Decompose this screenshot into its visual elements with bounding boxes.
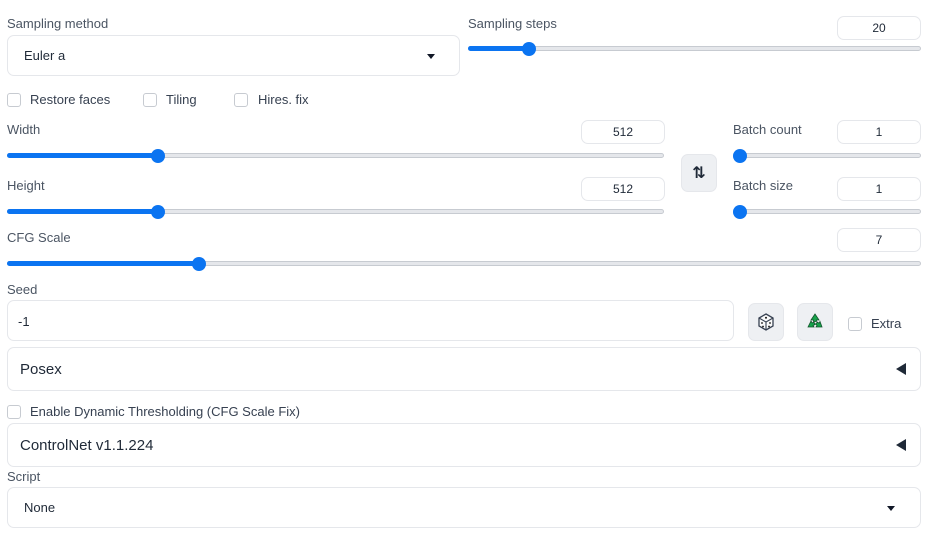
sampling-method-label: Sampling method [7, 16, 109, 31]
hires-fix-label: Hires. fix [258, 92, 309, 107]
height-slider[interactable] [7, 205, 664, 219]
slider-thumb[interactable] [151, 205, 166, 219]
hires-fix-checkbox[interactable] [234, 93, 248, 107]
slider-thumb[interactable] [151, 149, 166, 163]
batch-count-input[interactable]: 1 [837, 120, 921, 144]
batch-size-slider[interactable] [733, 205, 921, 219]
restore-faces-label: Restore faces [30, 92, 111, 107]
collapse-triangle-icon [896, 363, 906, 375]
height-input[interactable]: 512 [581, 177, 665, 201]
height-label: Height [7, 178, 45, 193]
slider-thumb[interactable] [191, 257, 206, 271]
script-value: None [24, 500, 56, 515]
extra-label: Extra [871, 316, 902, 331]
width-label: Width [7, 122, 41, 137]
script-dropdown[interactable]: None [7, 487, 921, 528]
chevron-down-icon [427, 54, 435, 59]
dynamic-thresholding-checkbox[interactable] [7, 405, 21, 419]
controlnet-accordion[interactable]: ControlNet v1.1.224 [7, 423, 921, 467]
reuse-seed-button[interactable] [797, 303, 833, 341]
batch-size-input[interactable]: 1 [837, 177, 921, 201]
sampling-steps-input[interactable]: 20 [837, 16, 921, 40]
collapse-triangle-icon [896, 439, 906, 451]
tiling-label: Tiling [166, 92, 197, 107]
seed-value: -1 [18, 314, 30, 329]
cfg-scale-input[interactable]: 7 [837, 228, 921, 252]
cfg-scale-slider[interactable] [7, 257, 921, 271]
sampling-steps-label: Sampling steps [468, 16, 557, 31]
batch-size-label: Batch size [733, 178, 793, 193]
dynamic-thresholding-label: Enable Dynamic Thresholding (CFG Scale F… [30, 404, 300, 419]
seed-input[interactable]: -1 [7, 300, 734, 341]
extra-checkbox[interactable] [848, 317, 862, 331]
slider-thumb[interactable] [522, 42, 537, 56]
random-seed-button[interactable] [748, 303, 784, 341]
sampling-steps-slider[interactable] [468, 42, 921, 56]
slider-thumb[interactable] [733, 149, 747, 163]
batch-count-slider[interactable] [733, 149, 921, 163]
chevron-down-icon [887, 506, 895, 511]
sampling-method-value: Euler a [24, 48, 66, 63]
width-slider[interactable] [7, 149, 664, 163]
posex-accordion[interactable]: Posex [7, 347, 921, 391]
posex-title: Posex [20, 361, 62, 378]
swap-icon: ⇅ [692, 165, 706, 182]
width-input[interactable]: 512 [581, 120, 665, 144]
swap-dimensions-button[interactable]: ⇅ [681, 154, 717, 192]
controlnet-title: ControlNet v1.1.224 [20, 437, 154, 454]
seed-label: Seed [7, 282, 38, 297]
tiling-checkbox[interactable] [143, 93, 157, 107]
recycle-icon [807, 313, 823, 328]
restore-faces-checkbox[interactable] [7, 93, 21, 107]
script-label: Script [7, 469, 41, 484]
batch-count-label: Batch count [733, 122, 802, 137]
sampling-method-dropdown[interactable]: Euler a [7, 35, 460, 76]
cfg-scale-label: CFG Scale [7, 230, 71, 245]
dice-icon [758, 313, 774, 331]
slider-thumb[interactable] [733, 205, 747, 219]
